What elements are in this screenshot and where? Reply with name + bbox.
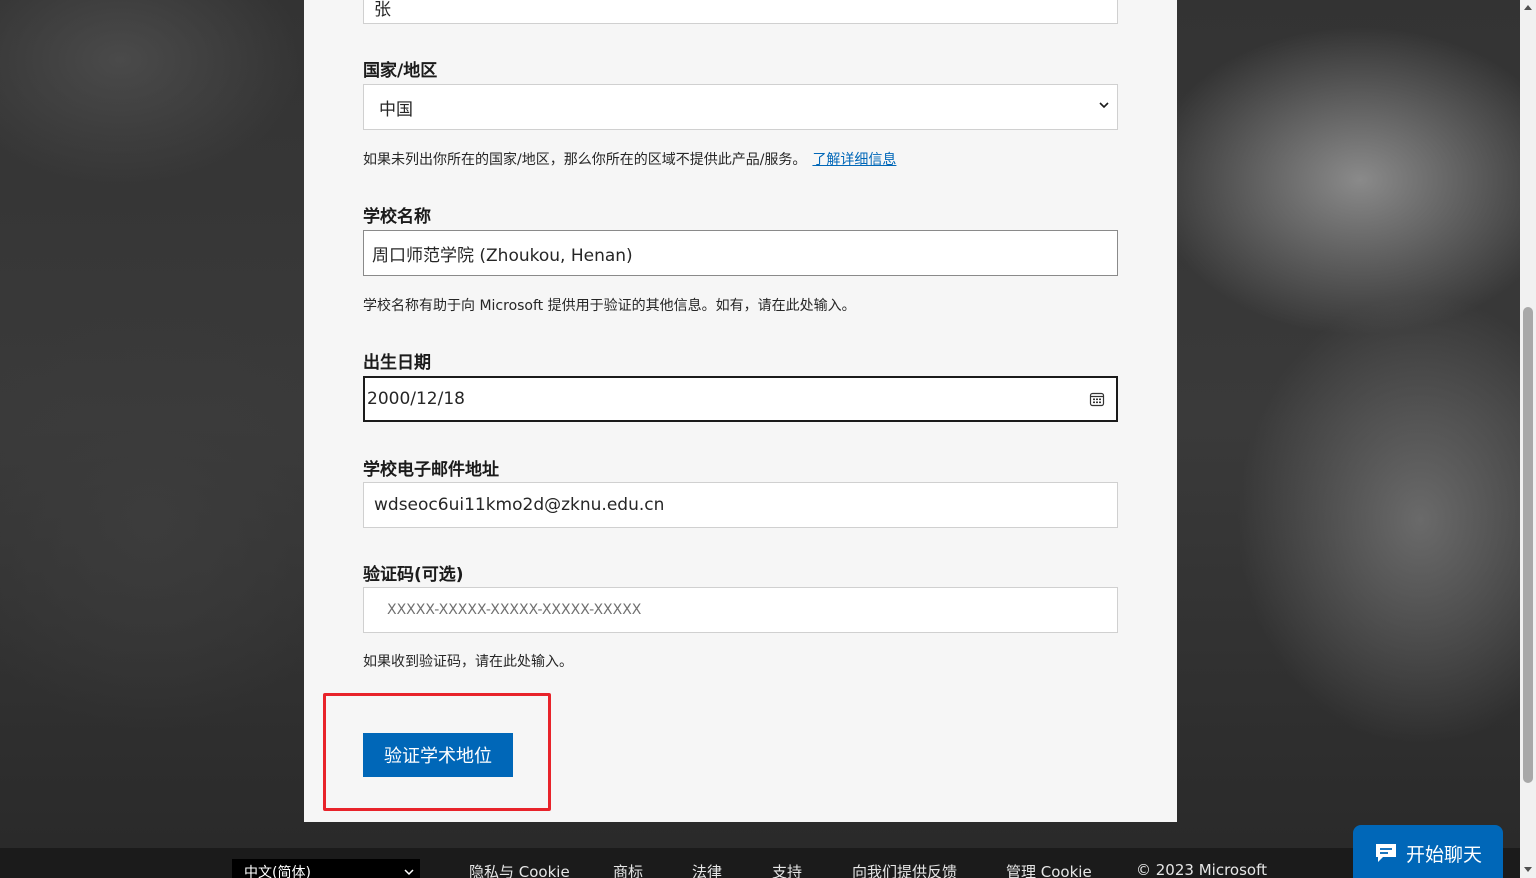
name-field-value: 张 [374, 0, 391, 20]
scroll-up-icon[interactable] [1524, 4, 1532, 12]
school-help: 学校名称有助于向 Microsoft 提供用于验证的其他信息。如有，请在此处输入… [363, 298, 856, 314]
country-help: 如果未列出你所在的国家/地区，那么你所在的区域不提供此产品/服务。 了解详细信息 [363, 149, 896, 169]
code-help: 如果收到验证码，请在此处输入。 [363, 654, 573, 670]
start-chat-button[interactable]: 开始聊天 [1353, 825, 1503, 878]
scroll-thumb[interactable] [1523, 307, 1533, 783]
scroll-down-icon[interactable] [1524, 865, 1532, 873]
footer-link-feedback[interactable]: 向我们提供反馈 [852, 861, 957, 878]
copyright: © 2023 Microsoft [1136, 861, 1267, 878]
chat-icon [1375, 844, 1396, 862]
chevron-down-icon [404, 869, 414, 876]
language-selector[interactable]: 中文(简体) [232, 859, 420, 878]
chevron-down-icon [1099, 102, 1109, 109]
verify-academic-status-button[interactable]: 验证学术地位 [363, 733, 513, 777]
country-select-value: 中国 [379, 99, 413, 120]
footer-link-privacy[interactable]: 隐私与 Cookie [469, 861, 570, 878]
footer: 中文(简体) 隐私与 Cookie 商标 法律 支持 向我们提供反馈 管理 Co… [0, 848, 1520, 878]
footer-link-legal[interactable]: 法律 [692, 861, 722, 878]
scrollbar[interactable] [1520, 0, 1536, 878]
calendar-icon[interactable] [1089, 391, 1105, 407]
school-label: 学校名称 [363, 207, 431, 227]
learn-more-link[interactable]: 了解详细信息 [812, 152, 896, 168]
start-chat-label: 开始聊天 [1405, 843, 1482, 866]
footer-link-trademarks[interactable]: 商标 [613, 861, 643, 878]
country-help-text: 如果未列出你所在的国家/地区，那么你所在的区域不提供此产品/服务。 [363, 152, 807, 168]
verification-form-card: 张 国家/地区 中国 如果未列出你所在的国家/地区，那么你所在的区域不提供此产品… [304, 0, 1177, 822]
footer-link-manage-cookies[interactable]: 管理 Cookie [1006, 861, 1092, 878]
name-field[interactable]: 张 [363, 0, 1118, 24]
code-placeholder: XXXXX-XXXXX-XXXXX-XXXXX-XXXXX [387, 602, 642, 618]
country-label: 国家/地区 [363, 61, 438, 81]
birthdate-label: 出生日期 [363, 353, 431, 373]
birthdate-input[interactable]: 2000/12/18 [363, 376, 1118, 422]
country-select[interactable]: 中国 [363, 84, 1118, 130]
school-name-input[interactable]: 周口师范学院 (Zhoukou, Henan) [363, 230, 1118, 276]
code-label: 验证码(可选) [363, 565, 464, 585]
verification-code-input[interactable]: XXXXX-XXXXX-XXXXX-XXXXX-XXXXX [363, 587, 1118, 633]
school-name-value: 周口师范学院 (Zhoukou, Henan) [372, 245, 633, 266]
school-email-input[interactable]: wdseoc6ui11kmo2d@zknu.edu.cn [363, 482, 1118, 528]
footer-link-support[interactable]: 支持 [772, 861, 802, 878]
language-value: 中文(简体) [244, 865, 311, 878]
school-email-label: 学校电子邮件地址 [363, 460, 499, 480]
birthdate-value: 2000/12/18 [367, 389, 465, 409]
school-email-value: wdseoc6ui11kmo2d@zknu.edu.cn [374, 495, 665, 515]
